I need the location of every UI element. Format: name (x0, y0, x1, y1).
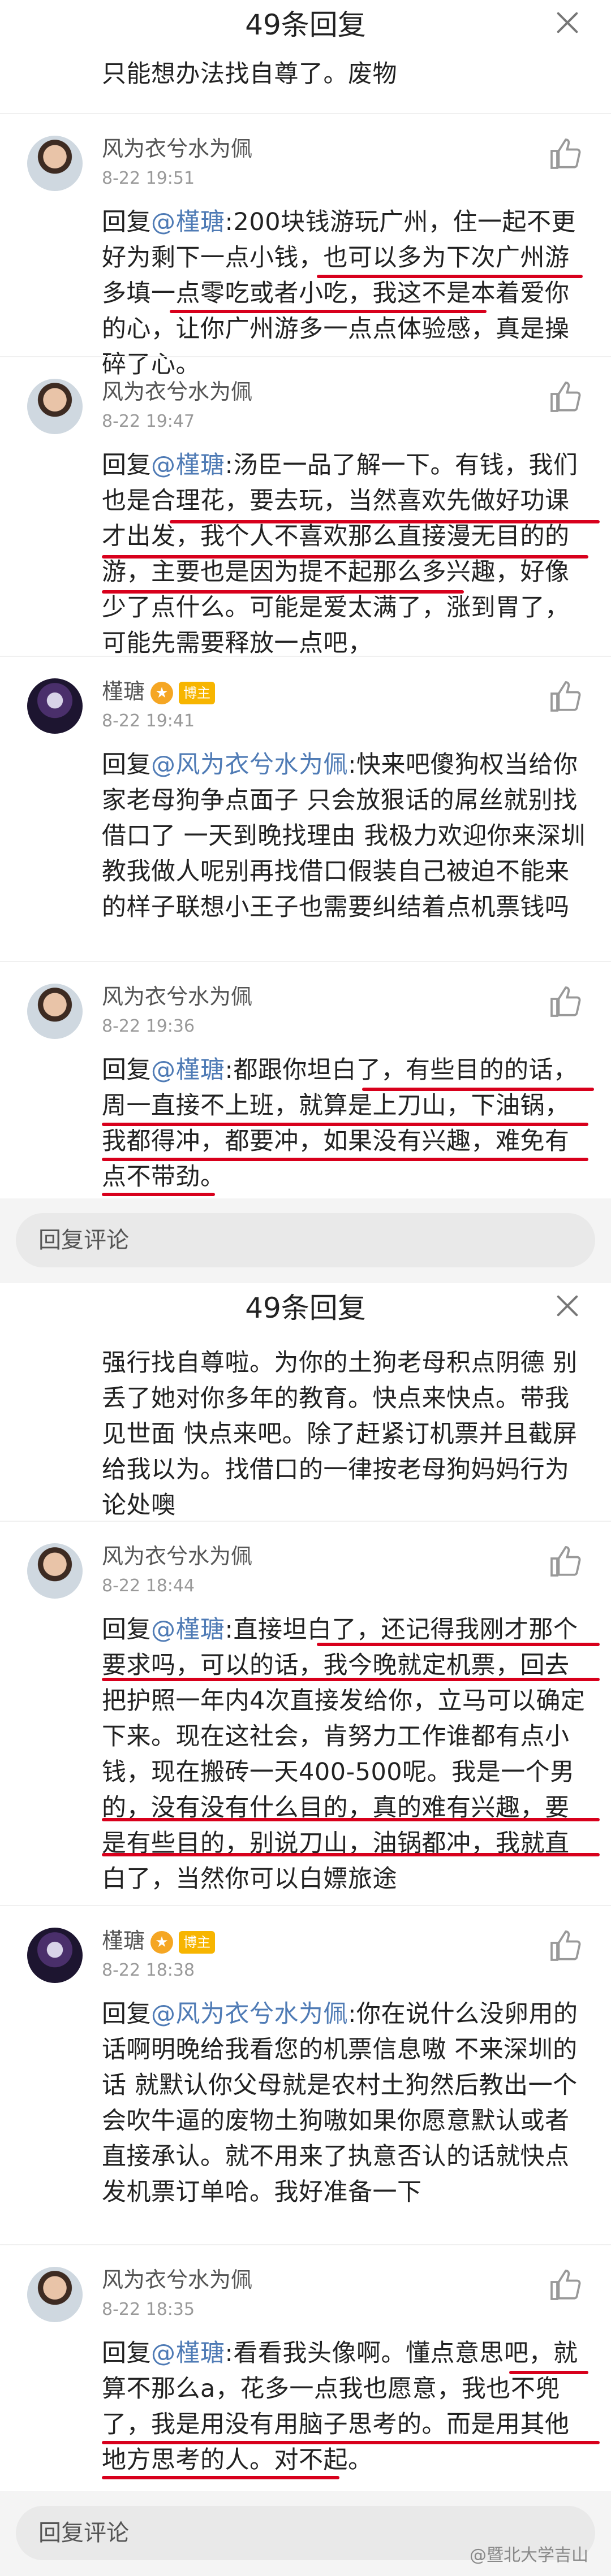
red-underline (102, 1818, 600, 1821)
panel-title: 49条回复 (245, 8, 366, 41)
comment-body: 回复@槿瑭:看看我头像啊。懂点意思吧，就算不那么a，花多一点我也愿意，我也不兜了… (102, 2336, 588, 2478)
comment-author[interactable]: 槿瑭 ★ 博主 (102, 677, 216, 705)
reply-prefix: 回复 (102, 2339, 151, 2367)
panel-title: 49条回复 (245, 1292, 366, 1324)
like-icon[interactable] (549, 679, 583, 713)
panel-header: 49条回复 (0, 0, 611, 50)
red-underline (317, 1643, 600, 1646)
red-underline (102, 555, 588, 559)
comment-item: 槿瑭 ★ 博主 8-22 19:41 回复@风为衣兮水为佩:快来吧傻狗权当给你家老母… (0, 656, 611, 961)
mention-link[interactable]: @槿瑭 (151, 208, 225, 236)
comment-item: 风为衣兮水为佩 8-22 18:35 回复@槿瑭:看看我头像啊。懂点意思吧，就算… (0, 2244, 611, 2487)
mention-link[interactable]: @槿瑭 (151, 1056, 225, 1084)
avatar[interactable] (27, 2267, 83, 2322)
red-underline (102, 1158, 588, 1161)
red-underline (102, 1193, 215, 1196)
avatar[interactable] (27, 1928, 83, 1983)
vip-icon: ★ (150, 1930, 174, 1954)
mention-link[interactable]: @槿瑭 (151, 2339, 225, 2367)
reply-prefix: 回复 (102, 208, 151, 236)
comment-item: 风为衣兮水为佩 8-22 19:36 回复@槿瑭:都跟你坦白了，有些目的的话，周… (0, 961, 611, 1198)
like-icon[interactable] (549, 380, 583, 414)
reply-placeholder: 回复评论 (38, 1227, 129, 1253)
comment-body: 回复@风为衣兮水为佩:快来吧傻狗权当给你家老母狗争点面子 只会放狠话的屌丝就别找… (102, 747, 588, 925)
reply-prefix: 回复 (102, 451, 151, 479)
comment-item: 风为衣兮水为佩 8-22 19:47 回复@槿瑭:汤臣一品了解一下。有钱，我们也… (0, 356, 611, 657)
avatar[interactable] (27, 136, 83, 191)
avatar[interactable] (27, 1543, 83, 1599)
like-icon[interactable] (549, 137, 583, 171)
mention-link[interactable]: @风为衣兮水为佩 (151, 2000, 348, 2028)
comment-time: 8-22 19:47 (102, 412, 195, 431)
comment-time: 8-22 19:36 (102, 1016, 195, 1036)
mention-link[interactable]: @风为衣兮水为佩 (151, 751, 348, 779)
reply-placeholder: 回复评论 (38, 2520, 129, 2546)
comment-author[interactable]: 风为衣兮水为佩 (102, 135, 252, 163)
reply-prefix: 回复 (102, 1616, 151, 1644)
close-icon[interactable] (550, 6, 584, 40)
avatar[interactable] (27, 984, 83, 1039)
comment-text: :汤臣一品了解一下。有钱，我们也是合理花，要去玩，当然喜欢先做好功课才出发，我个… (102, 451, 578, 657)
like-icon[interactable] (549, 985, 583, 1019)
panel-header: 49条回复 (0, 1283, 611, 1333)
avatar[interactable] (27, 678, 83, 734)
red-underline (102, 2441, 600, 2444)
red-underline (102, 590, 464, 594)
comment-author[interactable]: 风为衣兮水为佩 (102, 982, 252, 1011)
vip-icon: ★ (150, 681, 174, 704)
comment-time: 8-22 18:35 (102, 2300, 195, 2319)
mention-link[interactable]: @槿瑭 (151, 1616, 225, 1644)
reply-panel-2: 49条回复 强行找自尊啦。为你的土狗老母积点阴德 别丢了她对你多年的教育。快点来… (0, 1283, 611, 2576)
author-name[interactable]: 槿瑭 (102, 1928, 145, 1953)
red-underline (170, 520, 600, 523)
truncated-comment-text: 强行找自尊啦。为你的土狗老母积点阴德 别丢了她对你多年的教育。快点来快点。带我见… (102, 1349, 578, 1519)
truncated-comment-text: 只能想办法找自尊了。废物 (102, 60, 397, 88)
red-underline (317, 275, 583, 278)
like-icon[interactable] (549, 2268, 583, 2302)
author-name[interactable]: 槿瑭 (102, 679, 145, 704)
reply-panel-1: 49条回复 只能想办法找自尊了。废物 风为衣兮水为佩 8-22 19:51 回复… (0, 0, 611, 1283)
comment-author[interactable]: 风为衣兮水为佩 (102, 378, 252, 406)
mention-link[interactable]: @槿瑭 (151, 451, 225, 479)
comment-time: 8-22 19:51 (102, 168, 195, 188)
comment-item: 风为衣兮水为佩 8-22 18:44 回复@槿瑭:直接坦白了，还记得我刚才那个要… (0, 1521, 611, 1905)
comment-time: 8-22 18:38 (102, 1960, 195, 1980)
red-underline (102, 1123, 588, 1126)
reply-prefix: 回复 (102, 751, 151, 779)
comment-author[interactable]: 风为衣兮水为佩 (102, 2266, 252, 2294)
comment-body: 回复@风为衣兮水为佩:你在说什么没卵用的话啊明晚给我看您的机票信息嗷 不来深圳的… (102, 1997, 588, 2210)
red-underline (362, 1088, 594, 1091)
comment-item: 风为衣兮水为佩 8-22 19:51 回复@槿瑭:200块钱游玩广州，住一起不更… (0, 113, 611, 379)
comment-item: 槿瑭 ★ 博主 8-22 18:38 回复@风为衣兮水为佩:你在说什么没卵用的话啊明… (0, 1905, 611, 2244)
comment-body: 回复@槿瑭:汤臣一品了解一下。有钱，我们也是合理花，要去玩，当然喜欢先做好功课才… (102, 448, 588, 661)
red-underline (102, 2476, 339, 2479)
comment-text: :直接坦白了，还记得我刚才那个要求吗，可以的话，我今晚就定机票，回去把护照一年内… (102, 1616, 586, 1893)
blogger-badge: 博主 (179, 1930, 216, 1954)
reply-bar: 回复评论 (0, 1198, 611, 1283)
comment-author[interactable]: 风为衣兮水为佩 (102, 1542, 252, 1570)
comment-time: 8-22 19:41 (102, 711, 195, 731)
reply-comment-input[interactable]: 回复评论 (16, 1213, 595, 1267)
blogger-badge: 博主 (179, 681, 216, 704)
reply-prefix: 回复 (102, 1056, 151, 1084)
red-underline (102, 1678, 600, 1681)
close-icon[interactable] (550, 1289, 584, 1323)
watermark: @暨北大学吉山 (470, 2545, 588, 2565)
red-underline (102, 1853, 600, 1856)
avatar[interactable] (27, 379, 83, 434)
red-underline (170, 310, 487, 313)
like-icon[interactable] (549, 1544, 583, 1578)
like-icon[interactable] (549, 1929, 583, 1963)
comment-text: :你在说什么没卵用的话啊明晚给我看您的机票信息嗷 不来深圳的话 就默认你父母就是… (102, 2000, 578, 2206)
red-underline (509, 2371, 588, 2374)
comment-author[interactable]: 槿瑭 ★ 博主 (102, 1926, 216, 1955)
reply-prefix: 回复 (102, 2000, 151, 2028)
comment-time: 8-22 18:44 (102, 1576, 195, 1596)
